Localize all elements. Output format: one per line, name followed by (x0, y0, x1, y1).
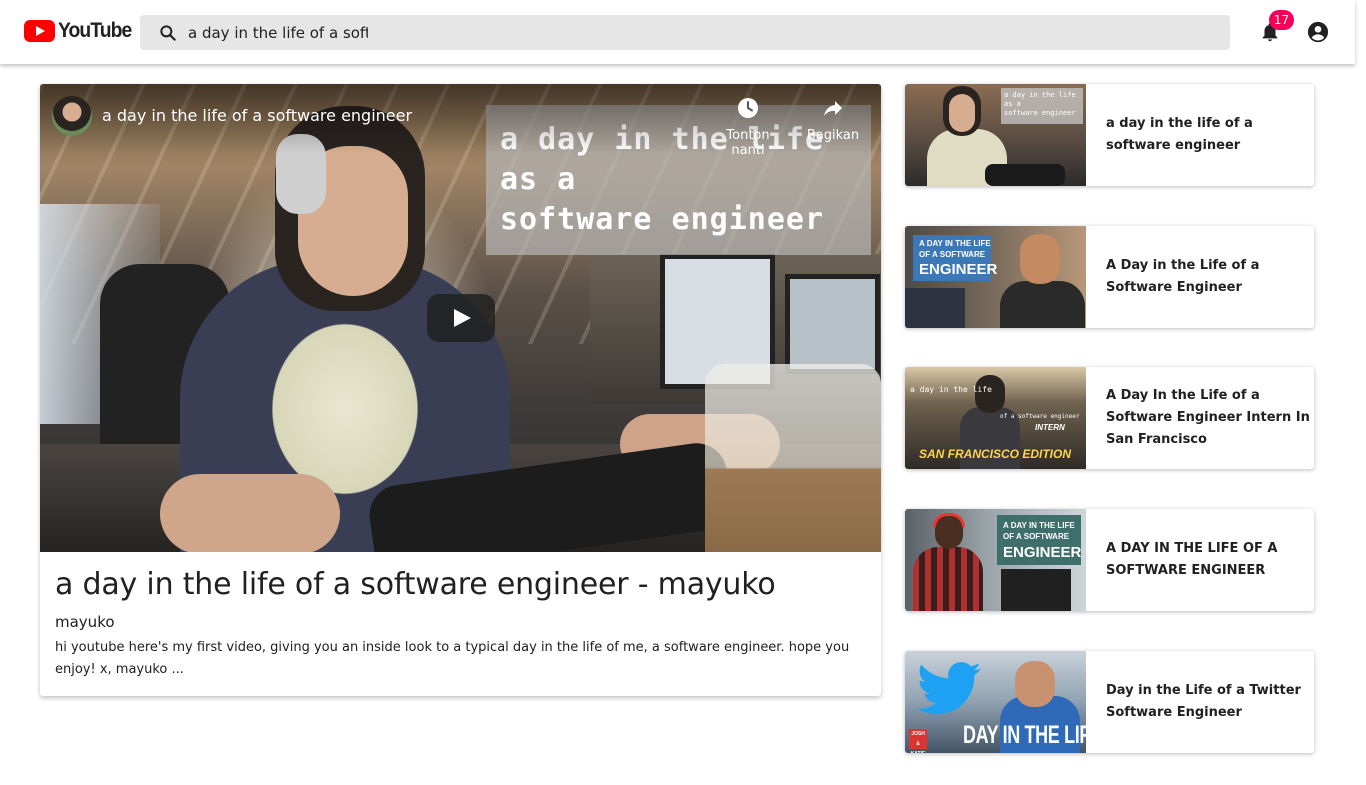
thumbnail-text: DAY IN THE LIFE (963, 721, 1086, 749)
thumbnail-text: A DAY IN THE LIFE OF A SOFTWARE ENGINEER (913, 235, 997, 281)
account-circle-icon[interactable] (1307, 21, 1329, 43)
video-thumbnail[interactable]: a day in the life as a software engineer (905, 84, 1086, 186)
watch-later-button[interactable]: Tonton nanti (713, 96, 783, 158)
related-video-card[interactable]: a day in the life of a software engineer… (905, 367, 1314, 469)
channel-avatar[interactable] (52, 96, 92, 136)
youtube-play-logo-icon (24, 20, 55, 42)
youtube-logo[interactable]: YouTube (24, 19, 138, 43)
player-video-title[interactable]: a day in the life of a software engineer (102, 106, 412, 125)
watch-later-label: Tonton nanti (726, 128, 770, 158)
notification-badge: 17 (1269, 10, 1294, 30)
search-bar (140, 15, 1230, 50)
channel-name[interactable]: mayuko (55, 613, 115, 631)
thumbnail-text: of a software engineer (1000, 413, 1080, 420)
video-title[interactable]: a day in the life of a software engineer… (55, 567, 776, 602)
share-arrow-icon (824, 101, 842, 116)
search-icon[interactable] (158, 23, 178, 43)
video-thumbnail[interactable]: A DAY IN THE LIFE OF A SOFTWARE ENGINEER (905, 226, 1086, 328)
thumbnail-text: SAN FRANCISCO EDITION (919, 447, 1072, 461)
share-label: Bagikan (806, 128, 860, 143)
related-video-title[interactable]: A Day In the Life of a Software Engineer… (1106, 367, 1314, 469)
video-description: hi youtube here's my first video, giving… (55, 640, 850, 677)
main-video-card: a day in the life as a software engineer… (40, 84, 881, 696)
related-video-card[interactable]: A DAY IN THE LIFE OF A SOFTWARE ENGINEER… (905, 226, 1314, 328)
thumbnail-text: JOSH & KATIE (909, 729, 927, 753)
search-input[interactable] (188, 20, 368, 45)
thumbnail-text: a day in the life as a software engineer (1004, 91, 1076, 117)
share-button[interactable]: Bagikan (798, 96, 868, 143)
related-video-title[interactable]: Day in the Life of a Twitter Software En… (1106, 651, 1314, 753)
top-app-bar: YouTube 17 (0, 0, 1355, 64)
related-video-title[interactable]: A Day in the Life of a Software Engineer (1106, 226, 1314, 328)
video-thumbnail[interactable]: A DAY IN THE LIFE OF A SOFTWARE ENGINEER (905, 509, 1086, 611)
related-video-card[interactable]: A DAY IN THE LIFE OF A SOFTWARE ENGINEER… (905, 509, 1314, 611)
play-icon[interactable] (427, 294, 495, 342)
related-video-title[interactable]: A DAY IN THE LIFE OF A SOFTWARE ENGINEER (1106, 509, 1314, 611)
thumbnail-text: A DAY IN THE LIFE OF A SOFTWARE ENGINEER (997, 515, 1081, 565)
related-video-title[interactable]: a day in the life of a software engineer (1106, 84, 1314, 186)
video-thumbnail[interactable]: JOSH & KATIE DAY IN THE LIFE (905, 651, 1086, 753)
twitter-bird-icon (916, 662, 982, 715)
thumbnail-text: a day in the life (910, 385, 992, 394)
related-video-card[interactable]: a day in the life as a software engineer… (905, 84, 1314, 186)
related-video-card[interactable]: JOSH & KATIE DAY IN THE LIFE Day in the … (905, 651, 1314, 753)
clock-icon (738, 98, 758, 118)
thumbnail-text: INTERN (1035, 423, 1065, 432)
logo-text: YouTube (58, 19, 132, 42)
video-thumbnail[interactable]: a day in the life of a software engineer… (905, 367, 1086, 469)
video-player[interactable]: a day in the life as a software engineer… (40, 84, 881, 552)
